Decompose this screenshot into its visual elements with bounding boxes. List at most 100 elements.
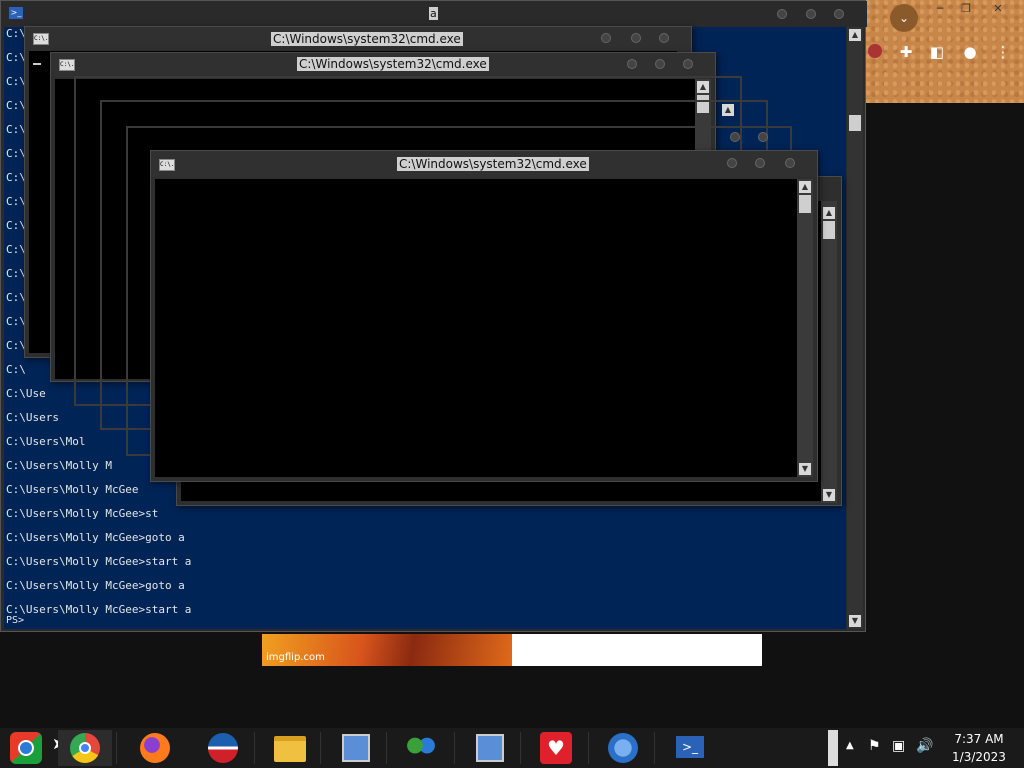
console-line: C:\Users\Molly M — [6, 459, 112, 472]
cmd-icon: C:\. — [33, 33, 49, 45]
scroll-up-button[interactable]: ▲ — [849, 29, 861, 41]
close-button[interactable] — [834, 9, 844, 19]
taskbar-item-world-clock[interactable] — [596, 730, 650, 766]
powershell-title: a — [429, 7, 438, 20]
taskbar-separator — [520, 732, 521, 764]
cmd-console[interactable] — [155, 179, 797, 477]
close-button[interactable] — [785, 158, 795, 168]
chrome-restore-button[interactable]: ❐ — [954, 2, 978, 16]
heartbrand-icon: ♥ — [540, 732, 572, 764]
firefox-icon — [140, 733, 170, 763]
maximize-button[interactable] — [806, 9, 816, 19]
menu-kebab-icon[interactable]: ⋮ — [992, 42, 1014, 62]
console-line: C:\Users\Molly McGee — [6, 483, 139, 496]
scroll-down-button[interactable]: ▼ — [823, 489, 835, 501]
console-line: C:\Users\Molly McGee>start a — [6, 555, 192, 568]
imgflip-watermark: imgflip.com — [266, 652, 325, 663]
world-clock-icon — [608, 733, 638, 763]
clock-time[interactable]: 7:37 AM — [944, 732, 1014, 746]
scroll-up-button[interactable]: ▲ — [722, 104, 734, 116]
taskbar-separator — [454, 732, 455, 764]
clock-date[interactable]: 1/3/2023 — [944, 750, 1014, 764]
minimize-button[interactable] — [601, 33, 611, 43]
cmd-icon: C:\. — [159, 159, 175, 171]
chrome-close-button[interactable]: ✕ — [986, 2, 1010, 16]
network-icon[interactable]: ▣ — [892, 738, 905, 754]
taskbar-separator — [254, 732, 255, 764]
network-users-icon — [406, 736, 436, 760]
console-line: C:\ — [6, 243, 26, 256]
show-hidden-icons-icon[interactable]: ▲ — [846, 740, 854, 751]
scroll-up-button[interactable]: ▲ — [823, 207, 835, 219]
file-explorer-icon — [274, 736, 306, 762]
console-line: C:\ — [6, 315, 26, 328]
cmd-titlebar[interactable]: C:\. C:\Windows\system32\cmd.exe — [151, 151, 817, 177]
cmd-scrollbar[interactable]: ▲ ▼ — [797, 179, 813, 477]
scroll-down-button[interactable]: ▼ — [799, 463, 811, 475]
maximize-button[interactable] — [631, 33, 641, 43]
maximize-button[interactable] — [755, 158, 765, 168]
taskbar-item-installer[interactable] — [328, 730, 382, 766]
powershell-icon: >_ — [9, 7, 23, 19]
taskbar-item-file-explorer[interactable] — [262, 730, 316, 766]
scroll-thumb[interactable] — [823, 221, 835, 239]
minimize-button[interactable] — [777, 9, 787, 19]
profile-icon[interactable]: ● — [958, 42, 982, 62]
powershell-icon: >_ — [676, 736, 704, 758]
extensions-icon[interactable]: ✚ — [895, 42, 917, 62]
taskbar-item-powershell[interactable]: >_ — [662, 730, 716, 766]
cmd-titlebar[interactable]: C:\. C:\Windows\system32\cmd.exe — [25, 27, 691, 51]
taskbar-item-firefox[interactable] — [128, 730, 182, 766]
maximize-button[interactable] — [655, 59, 665, 69]
taskbar-item-chrome[interactable] — [58, 730, 112, 766]
cmd-scrollbar[interactable]: ▲ ▼ — [821, 201, 837, 503]
taskbar-separator — [588, 732, 589, 764]
console-line: C:\ — [6, 123, 26, 136]
side-panel-icon[interactable]: ◧ — [926, 42, 948, 62]
taskbar-item-heartbrand[interactable]: ♥ — [528, 730, 582, 766]
console-line: C:\ — [6, 171, 26, 184]
scroll-thumb[interactable] — [849, 115, 861, 131]
taskbar-item-installer[interactable] — [462, 730, 516, 766]
console-line: C:\ — [6, 291, 26, 304]
minimize-button[interactable] — [730, 132, 740, 142]
minimize-button[interactable] — [627, 59, 637, 69]
console-line: C:\ — [6, 75, 26, 88]
cmd-titlebar[interactable]: C:\. C:\Windows\system32\cmd.exe — [51, 53, 715, 77]
console-line: C:\Users\Molly McGee>st — [6, 507, 159, 520]
cmd-title: C:\Windows\system32\cmd.exe — [271, 32, 463, 46]
scroll-up-button[interactable]: ▲ — [799, 181, 811, 193]
console-line: C:\Users\Mol — [6, 435, 86, 448]
chrome-dropdown-button[interactable]: ⌄ — [890, 4, 918, 32]
console-line: C:\Users\Molly McGee>start a — [6, 603, 192, 616]
chrome-minimize-button[interactable]: ─ — [928, 2, 952, 16]
scroll-down-button[interactable]: ▼ — [849, 615, 861, 627]
console-line: C:\ — [6, 363, 26, 376]
powershell-scrollbar[interactable]: ▲ ▼ — [847, 27, 863, 629]
scroll-thumb[interactable] — [799, 195, 811, 213]
volume-icon[interactable]: 🔊 — [916, 738, 933, 754]
maximize-button[interactable] — [758, 132, 768, 142]
console-line: C:\ — [6, 219, 26, 232]
action-center-flag-icon[interactable]: ⚑ — [868, 738, 881, 754]
profile-avatar-small[interactable] — [868, 44, 882, 58]
console-line: C:\ — [6, 99, 26, 112]
obama-logo-icon — [208, 733, 238, 763]
minimize-button[interactable] — [727, 158, 737, 168]
close-button[interactable] — [659, 33, 669, 43]
console-prompt[interactable]: PS> — [6, 615, 24, 626]
console-line: C:\ — [6, 339, 26, 352]
meme-image-blank — [512, 634, 762, 666]
taskbar-separator — [116, 732, 117, 764]
powershell-titlebar[interactable]: >_ a — [1, 1, 867, 27]
start-button[interactable] — [4, 730, 48, 766]
taskbar-scroll-handle[interactable] — [828, 730, 838, 766]
taskbar-item-network-users[interactable] — [394, 730, 448, 766]
close-button[interactable] — [683, 59, 693, 69]
cmd-window-front: C:\. C:\Windows\system32\cmd.exe ▲ ▼ — [150, 150, 818, 482]
console-line: C:\Users — [6, 411, 59, 424]
cmd-icon: C:\. — [59, 59, 75, 71]
taskbar-item-obama-logo[interactable] — [196, 730, 250, 766]
taskbar-separator — [386, 732, 387, 764]
console-line: C:\ — [6, 27, 26, 40]
